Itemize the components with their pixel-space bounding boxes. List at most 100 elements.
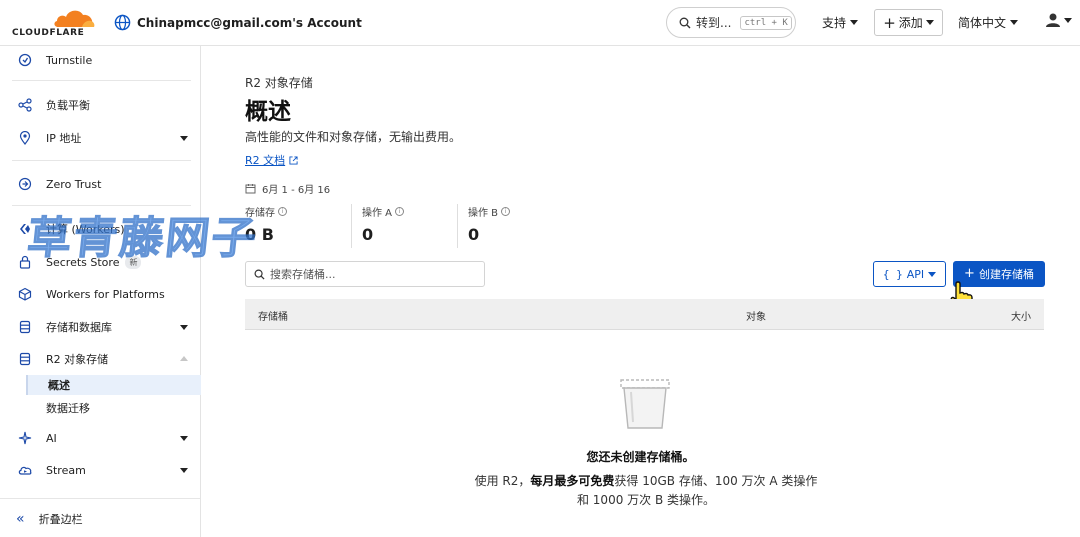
info-icon[interactable]: i bbox=[278, 207, 287, 216]
caret-down-icon bbox=[180, 136, 188, 141]
cube-icon bbox=[18, 287, 32, 301]
sidebar-item-stream[interactable]: Stream bbox=[0, 457, 200, 483]
language-menu[interactable]: 简体中文 bbox=[958, 14, 1019, 31]
goto-label: 转到... bbox=[696, 16, 732, 30]
sidebar-item-load-balancing[interactable]: 负载平衡 bbox=[0, 92, 200, 118]
collapse-sidebar-button[interactable]: « 折叠边栏 bbox=[0, 498, 200, 537]
divider bbox=[12, 205, 191, 206]
load-balancing-icon bbox=[18, 98, 32, 112]
docs-link-label: R2 文档 bbox=[245, 154, 286, 167]
info-icon[interactable]: i bbox=[395, 207, 405, 216]
calendar-icon bbox=[245, 184, 256, 194]
database-icon bbox=[19, 320, 31, 334]
bucket-search-input[interactable] bbox=[270, 267, 470, 281]
sidebar: Turnstile 负载平衡 IP 地址 Zero Trust 计算 (Work… bbox=[0, 46, 201, 537]
sidebar-item-turnstile[interactable]: Turnstile bbox=[0, 47, 200, 73]
column-header-bucket[interactable]: 存储桶 bbox=[258, 308, 288, 323]
caret-down-icon bbox=[928, 271, 937, 277]
account-name: Chinapmcc@gmail.com's Account bbox=[137, 15, 362, 30]
create-bucket-label: 创建存储桶 bbox=[978, 268, 1034, 281]
collapse-label: 折叠边栏 bbox=[38, 512, 83, 526]
logo-wordmark: CLOUDFLARE bbox=[12, 28, 85, 38]
caret-down-icon bbox=[180, 436, 188, 441]
stat-label: 操作 A bbox=[362, 208, 393, 219]
stat-storage: 存储存 i 0 B bbox=[245, 204, 351, 248]
column-header-size[interactable]: 大小 bbox=[1011, 308, 1031, 323]
bucket-search bbox=[245, 261, 485, 287]
caret-down-icon bbox=[180, 325, 188, 330]
account-switcher[interactable]: Chinapmcc@gmail.com's Account bbox=[114, 14, 362, 31]
sidebar-item-label: R2 对象存储 bbox=[46, 353, 109, 366]
double-chevron-left-icon: « bbox=[16, 510, 25, 527]
sidebar-item-label: 存储和数据库 bbox=[46, 321, 112, 334]
cloudflare-cloud-icon bbox=[54, 10, 95, 27]
empty-desc-suffix: 获得 10GB 存储、100 万次 A 类操作和 1000 万次 B 类操作。 bbox=[576, 474, 818, 507]
sidebar-item-label: 负载平衡 bbox=[46, 99, 90, 112]
support-label: 支持 bbox=[822, 16, 847, 30]
caret-down-icon bbox=[1010, 20, 1019, 25]
divider bbox=[12, 160, 191, 161]
cloud-stream-icon bbox=[18, 466, 32, 475]
caret-up-icon bbox=[180, 356, 188, 361]
add-button[interactable]: + 添加 bbox=[874, 9, 943, 36]
sidebar-item-label: Secrets Store bbox=[46, 255, 120, 269]
column-header-objects[interactable]: 对象 bbox=[746, 308, 766, 323]
top-bar: CLOUDFLARE Chinapmcc@gmail.com's Account… bbox=[0, 0, 1080, 46]
sidebar-item-label: IP 地址 bbox=[46, 132, 82, 145]
sidebar-subitem-overview[interactable]: 概述 bbox=[26, 375, 201, 395]
search-icon bbox=[679, 17, 691, 28]
sidebar-subitem-label: 概述 bbox=[48, 379, 70, 392]
sidebar-item-secrets-store[interactable]: Secrets Store 新 bbox=[0, 249, 200, 275]
sidebar-subitem-data-migration[interactable]: 数据迁移 bbox=[26, 398, 201, 418]
plus-icon: + bbox=[964, 266, 975, 281]
buckets-table-header: 存储桶 对象 大小 bbox=[245, 299, 1044, 330]
braces-icon: { } bbox=[882, 267, 903, 281]
sidebar-item-workers[interactable]: 计算 (Workers) bbox=[0, 216, 200, 242]
api-menu-button[interactable]: { } API bbox=[873, 261, 946, 287]
location-pin-icon bbox=[19, 131, 31, 145]
sidebar-item-storage-databases[interactable]: 存储和数据库 bbox=[0, 314, 200, 340]
user-menu[interactable] bbox=[1045, 12, 1072, 28]
empty-state-title: 您还未创建存储桶。 bbox=[586, 450, 695, 464]
api-label: API bbox=[906, 267, 925, 281]
divider bbox=[12, 80, 191, 81]
sidebar-item-ip-addresses[interactable]: IP 地址 bbox=[0, 125, 200, 151]
date-range-picker[interactable]: 6月 1 - 6月 16 bbox=[245, 181, 330, 196]
sidebar-item-workers-for-platforms[interactable]: Workers for Platforms bbox=[0, 281, 200, 307]
sparkle-icon bbox=[18, 431, 32, 445]
date-range-label: 6月 1 - 6月 16 bbox=[262, 185, 331, 196]
sidebar-item-label: Stream bbox=[46, 463, 86, 477]
empty-state-description: 使用 R2，每月最多可免费获得 10GB 存储、100 万次 A 类操作和 10… bbox=[471, 472, 821, 510]
page-title: 概述 bbox=[245, 99, 291, 125]
stat-class-b-ops: 操作 Bi 0 bbox=[457, 204, 563, 248]
r2-docs-link[interactable]: R2 文档 bbox=[245, 152, 298, 168]
sidebar-item-zero-trust[interactable]: Zero Trust bbox=[0, 171, 200, 197]
caret-down-icon bbox=[925, 20, 934, 25]
page-description: 高性能的文件和对象存储，无输出费用。 bbox=[245, 130, 462, 144]
database-icon bbox=[19, 352, 31, 366]
workers-icon bbox=[20, 224, 30, 234]
turnstile-icon bbox=[18, 53, 32, 67]
sidebar-item-r2-storage[interactable]: R2 对象存储 bbox=[0, 346, 200, 372]
main-content: R2 对象存储 概述 高性能的文件和对象存储，无输出费用。 R2 文档 6月 1… bbox=[201, 46, 1080, 537]
info-icon[interactable]: i bbox=[501, 207, 511, 216]
sidebar-subitem-label: 数据迁移 bbox=[46, 402, 90, 415]
search-icon bbox=[254, 269, 265, 280]
caret-down-icon bbox=[180, 468, 188, 473]
stat-value: 0 bbox=[362, 225, 374, 244]
sidebar-item-label: AI bbox=[46, 431, 57, 445]
user-icon bbox=[1046, 13, 1060, 27]
sidebar-item-ai[interactable]: AI bbox=[0, 425, 200, 451]
caret-down-icon bbox=[850, 20, 859, 25]
language-label: 简体中文 bbox=[958, 16, 1007, 30]
support-menu[interactable]: 支持 bbox=[822, 14, 859, 31]
goto-shortcut: ctrl + K bbox=[740, 15, 792, 30]
new-badge: 新 bbox=[125, 255, 142, 269]
cloudflare-logo[interactable]: CLOUDFLARE bbox=[12, 6, 98, 38]
empty-bucket-icon bbox=[620, 379, 670, 429]
goto-search-button[interactable]: 转到... ctrl + K bbox=[666, 7, 796, 38]
caret-down-icon bbox=[1064, 17, 1072, 23]
sidebar-item-label: Zero Trust bbox=[46, 177, 102, 191]
section-eyebrow: R2 对象存储 bbox=[245, 76, 313, 90]
stat-value: 0 bbox=[468, 225, 480, 244]
